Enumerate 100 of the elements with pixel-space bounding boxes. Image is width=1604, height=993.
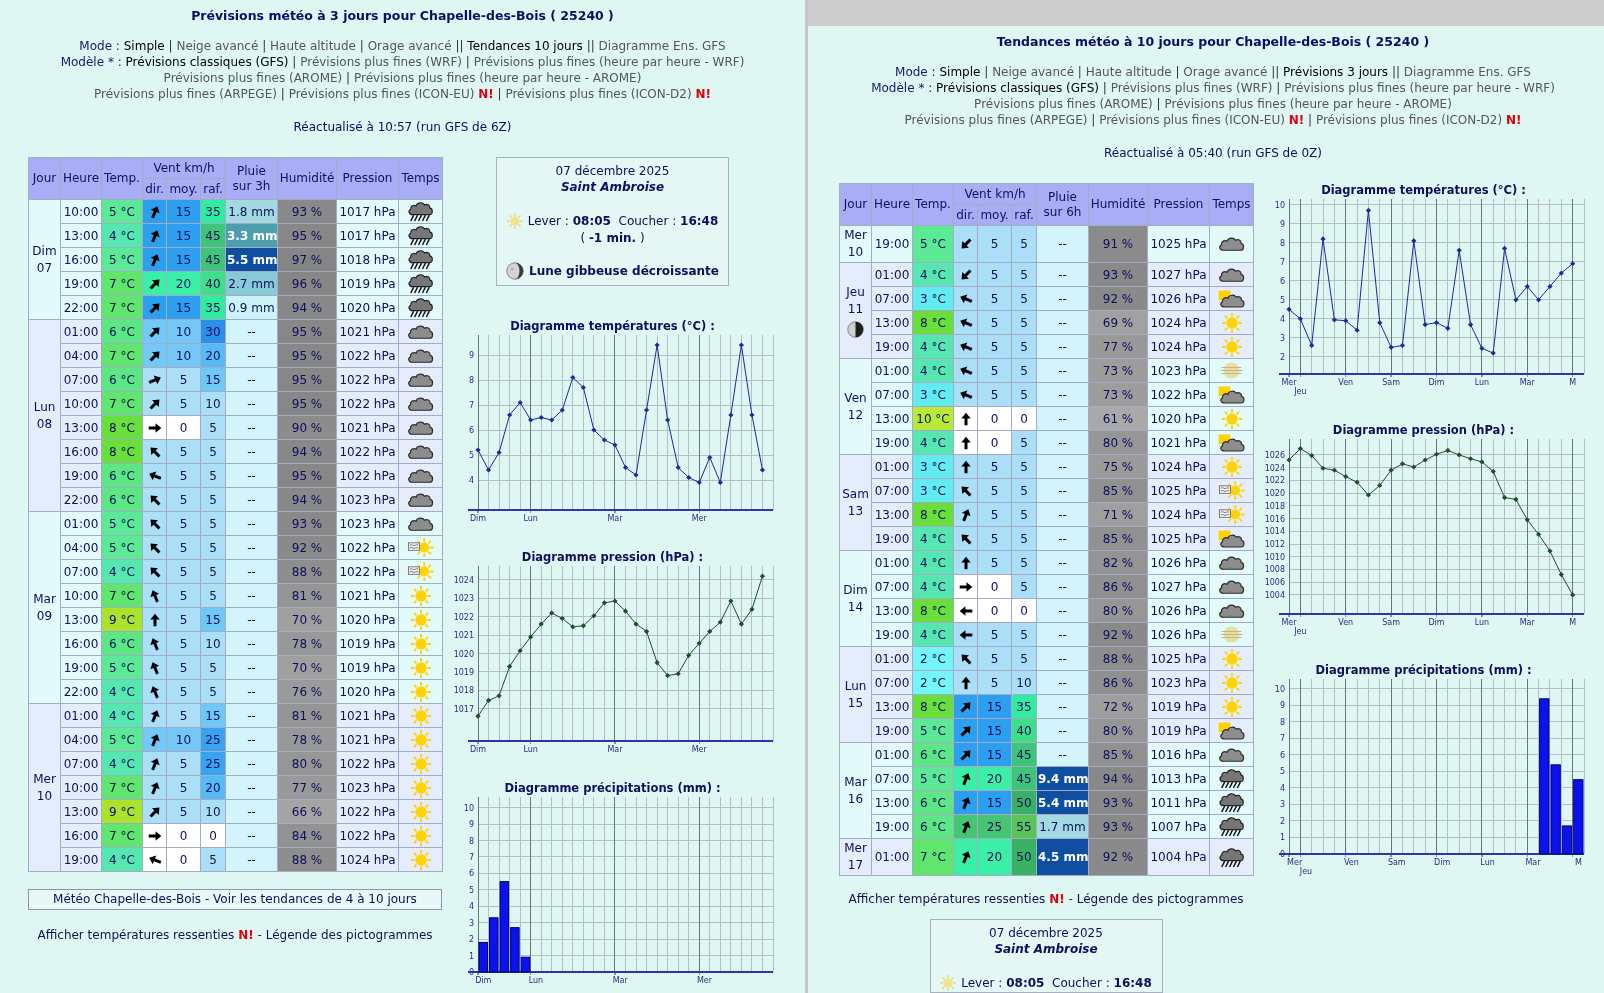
data-point <box>601 600 608 606</box>
axis-label: 1 <box>1279 833 1285 843</box>
data-point <box>1422 321 1428 328</box>
nav-link[interactable]: Prévisions plus fines (AROME) <box>974 97 1153 111</box>
sun-icon <box>506 213 523 229</box>
separator-text: | <box>292 55 297 69</box>
nav-link[interactable]: Haute altitude <box>270 39 356 53</box>
sun-times-text: Lever : 08:05 Coucher : 16:48 <box>527 214 719 228</box>
footer-link[interactable]: Afficher températures ressenties <box>37 928 235 942</box>
nav-link[interactable]: Prévisions plus fines (ARPEGE) <box>904 113 1088 127</box>
axis-label: 2 <box>1279 817 1285 826</box>
nav-link[interactable]: Prévisions plus fines (AROME) <box>163 71 343 85</box>
day-label: Lun 15 <box>843 677 868 712</box>
nav-link[interactable]: Neige avancé <box>176 39 259 53</box>
axis-label: 7 <box>1279 734 1285 744</box>
data-point <box>1524 283 1530 290</box>
time-cell: 01:00 <box>871 838 913 876</box>
data-point <box>1479 345 1485 351</box>
nav-link[interactable]: Prévisions plus fines (ICON-EU) <box>1099 113 1285 127</box>
axis-label: 1018 <box>453 686 474 696</box>
data-point <box>1399 342 1406 349</box>
axis-label: 7 <box>468 401 474 410</box>
nav-link[interactable]: Prévisions plus fines (WRF) <box>1110 81 1273 95</box>
data-point <box>759 573 766 579</box>
nav-link[interactable]: Prévisions plus fines (heure par heure - WRF) <box>473 55 745 69</box>
axis-label: 8 <box>468 836 474 846</box>
axis-label: 0 <box>468 968 474 977</box>
trends-link[interactable]: Météo Chapelle-des-Bois - Voir les tendances de 4 à 10 jours <box>28 889 442 910</box>
data-point <box>643 628 650 634</box>
chart-title: Diagramme pression (hPa) : <box>1331 423 1516 437</box>
moon-phase-text: Lune gibbeuse décroissante <box>529 264 719 278</box>
data-point <box>643 407 650 413</box>
nav-link[interactable]: Prévisions 3 jours <box>1283 65 1389 79</box>
rain-cell: 4.5 mm <box>1036 838 1089 876</box>
data-point <box>675 671 681 677</box>
separator-text: | <box>280 87 285 101</box>
axis-label: 6 <box>468 869 474 879</box>
nav-link[interactable]: Prévisions classiques (GFS) <box>936 81 1099 95</box>
page-title: Tendances météo à 10 jours pour Chapelle-des-Bois ( 25240 ) <box>995 33 1431 51</box>
nav-link[interactable]: Prévisions plus fines (ICON-EU) <box>288 87 475 101</box>
footer-link[interactable]: Légende des pictogrammes <box>1076 892 1244 906</box>
nav-link[interactable]: Haute altitude <box>1085 65 1172 79</box>
data-point <box>1365 207 1371 213</box>
day-label: Mer 10 <box>32 770 57 805</box>
axis-label: 2 <box>1279 352 1285 362</box>
pressure-cell: 1004 hPa <box>1147 838 1210 876</box>
nav-link[interactable]: Diagramme Ens. GFS <box>1403 65 1531 79</box>
nav-link[interactable]: Prévisions plus fines (WRF) <box>300 55 462 69</box>
nav-link[interactable]: Simple <box>123 39 165 53</box>
data-point <box>1524 517 1530 523</box>
axis-label: 9 <box>468 351 474 360</box>
nav-link[interactable]: Prévisions plus fines (ICON-D2) <box>505 87 692 101</box>
separator-text: | <box>1077 65 1082 79</box>
axis-label: Mar <box>607 745 623 754</box>
rain-cell: -- <box>1036 225 1089 263</box>
axis-label: 5 <box>468 451 474 460</box>
nav-link[interactable]: Neige avancé <box>992 65 1075 79</box>
data-point <box>580 384 586 391</box>
nav-link[interactable]: Orage avancé <box>1183 65 1268 79</box>
data-point <box>1536 531 1542 538</box>
axis-label: 4 <box>1279 783 1285 793</box>
day-label: Dim 07 <box>31 242 58 277</box>
nav-link[interactable]: Diagramme Ens. GFS <box>598 39 726 53</box>
data-point <box>1513 496 1519 503</box>
separator-text: | <box>1091 113 1096 127</box>
data-point <box>496 449 502 456</box>
data-point <box>538 621 544 627</box>
axis-label: Mar <box>1519 618 1535 627</box>
nav-link[interactable]: Simple <box>939 65 981 79</box>
axis-label: Mer <box>1287 858 1303 867</box>
data-point <box>475 447 481 453</box>
nav-link[interactable]: Prévisions plus fines (heure par heure - WRF) <box>1284 81 1555 95</box>
nav-link[interactable]: Tendances 10 jours <box>467 39 583 53</box>
axis-label: 1022 <box>453 612 474 622</box>
axis-label: 1 <box>468 951 474 961</box>
axis-label: Mer <box>691 514 707 523</box>
day-label: Jeu 11 <box>844 283 866 318</box>
data-point <box>622 608 629 614</box>
data-point <box>1479 459 1485 465</box>
axis-label: 3 <box>468 918 474 928</box>
axis-label: Dim <box>1434 858 1451 867</box>
data-point <box>517 399 523 406</box>
nav-link[interactable]: Prévisions plus fines (ARPEGE) <box>93 87 277 101</box>
data-point <box>485 697 492 704</box>
footer-link[interactable]: Afficher températures ressenties <box>848 892 1046 906</box>
nav-link[interactable]: Prévisions plus fines (heure par heure - AROME) <box>353 71 642 85</box>
day-label: Ven 12 <box>843 389 868 424</box>
data-point <box>1558 270 1564 276</box>
nav-link[interactable]: Orage avancé <box>367 39 452 53</box>
nav-link[interactable]: Prévisions classiques (GFS) <box>125 55 289 69</box>
nav-link[interactable]: Prévisions plus fines (ICON-D2) <box>1315 113 1503 127</box>
nav-link[interactable]: Prévisions plus fines (heure par heure - AROME) <box>1164 97 1452 111</box>
data-point <box>759 467 766 473</box>
column-header: Pluie sur 3h <box>225 157 278 200</box>
day-label: Lun 08 <box>32 398 57 433</box>
separator-text: | <box>359 39 364 53</box>
footer-link[interactable]: Légende des pictogrammes <box>265 928 433 942</box>
axis-label: M <box>1569 618 1577 627</box>
data-point <box>696 640 702 646</box>
data-point <box>591 613 597 619</box>
